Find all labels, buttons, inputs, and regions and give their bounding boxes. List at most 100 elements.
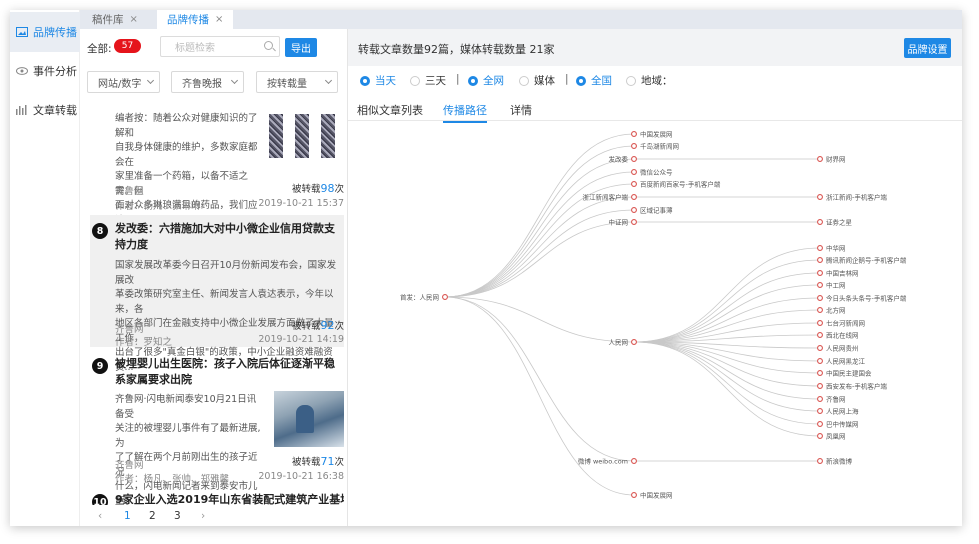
- radio-unchecked-icon: [410, 75, 420, 86]
- side-nav: 品牌传播 事件分析 文章转载: [10, 10, 80, 526]
- branch-node-label: 浙江新闻客户端: [583, 192, 629, 201]
- tree-link: [444, 171, 635, 298]
- dropdown-value: 按转载量: [267, 78, 307, 90]
- export-button[interactable]: 导出: [285, 38, 317, 57]
- tree-link: [633, 272, 821, 343]
- branch-node-label: 人民网: [609, 338, 629, 346]
- prev-page-button[interactable]: ‹: [98, 510, 102, 522]
- chevron-down-icon: [324, 76, 333, 85]
- forward-count: 被转载71次: [291, 455, 344, 468]
- item-source: 齐鲁网: [115, 324, 144, 335]
- tree-link: [444, 196, 635, 298]
- bars-icon: [16, 104, 28, 116]
- leaf-node-label: 北方网: [826, 305, 846, 314]
- tree-link: [444, 221, 635, 298]
- page-2-button[interactable]: 2: [149, 510, 156, 522]
- tree-node: [817, 282, 823, 288]
- item-title[interactable]: 发改委：六措施加大对中小微企业信用贷款支持力度: [115, 221, 340, 253]
- item-time: 2019-10-21 15:37: [258, 198, 344, 209]
- tab-propagation-path[interactable]: 传播路径: [443, 102, 487, 123]
- radio-region[interactable]: 地域：: [626, 73, 673, 88]
- tab-bar: 稿件库 × 品牌传播 ×: [80, 10, 962, 29]
- leaf-node-label: 区域记事薄: [640, 205, 673, 214]
- site-filter-dropdown[interactable]: 网站/数字: [87, 71, 160, 93]
- leaf-node-label: 人民网贵州: [826, 343, 859, 352]
- item-authors: 作者：杨凡、张琳琳: [115, 201, 201, 212]
- tab-similar-articles[interactable]: 相似文章列表: [357, 102, 423, 118]
- item-thumbnails: [269, 114, 335, 158]
- item-body: 齐鲁网·闪电新闻泰安10月21日讯 备受 关注的被埋婴儿事件有了最新进展,为 了…: [115, 394, 261, 505]
- radio-nationwide[interactable]: 全国: [576, 73, 612, 88]
- list-item[interactable]: 编者按：随着公众对健康知识的了解和 自我身体健康的维护，多数家庭都会在 家里准备…: [90, 103, 344, 226]
- radio-today[interactable]: 当天: [360, 73, 396, 88]
- leaf-node-label: 中工网: [826, 280, 846, 289]
- source-filter-dropdown[interactable]: 齐鲁晚报: [171, 71, 244, 93]
- radio-checked-icon: [360, 75, 370, 86]
- nav-item-event[interactable]: 事件分析: [10, 51, 80, 91]
- leaf-node-label: 中华网: [826, 243, 846, 252]
- thumbnail-image: [295, 114, 309, 158]
- item-title[interactable]: 9家企业入选2019年山东省装配式建筑产业基地项: [115, 492, 344, 505]
- item-authors: 作者：杨凡、张帅、郑雅馨: [115, 474, 230, 485]
- leaf-node-label: 七台河新闻网: [826, 318, 865, 327]
- tree-node: [817, 345, 823, 351]
- tree-node: [631, 181, 637, 187]
- separator: |: [565, 73, 569, 85]
- item-photo: [274, 391, 344, 447]
- tree-node: [817, 433, 823, 439]
- tab-manuscripts[interactable]: 稿件库 ×: [82, 10, 148, 29]
- tree-node: [817, 320, 823, 326]
- tab-details[interactable]: 详情: [510, 102, 532, 118]
- count-badge: 57: [114, 39, 141, 53]
- nav-item-brand[interactable]: 品牌传播: [10, 12, 80, 52]
- tree-node: [817, 295, 823, 301]
- tree-link: [633, 341, 821, 387]
- tree-link: [444, 133, 635, 298]
- page-3-button[interactable]: 3: [174, 510, 181, 522]
- list-toolbar: 全部: 57 标题检索 导出 网站/数字 齐鲁晚报 按转载量: [80, 29, 348, 103]
- title-search-input[interactable]: 标题检索: [160, 36, 280, 57]
- list-item[interactable]: 8 发改委：六措施加大对中小微企业信用贷款支持力度 国家发展改革委今日召开10月…: [90, 215, 344, 373]
- leaf-node-label: 微信公众号: [640, 167, 673, 176]
- tree-link: [633, 284, 821, 343]
- tree-node: [631, 131, 637, 137]
- next-page-button[interactable]: ›: [201, 510, 205, 522]
- nav-item-reprint[interactable]: 文章转载: [10, 90, 80, 130]
- nav-label: 品牌传播: [33, 26, 77, 39]
- list-item[interactable]: 9 被埋婴儿出生医院：孩子入院后体征逐渐平稳 系家属要求出院 齐鲁网·闪电新闻泰…: [90, 355, 344, 505]
- close-icon[interactable]: ×: [130, 14, 138, 25]
- tree-node: [817, 383, 823, 389]
- tree-node: [817, 370, 823, 376]
- tree-node: [442, 294, 448, 300]
- forward-count: 被转载98次: [291, 182, 344, 195]
- search-icon[interactable]: [264, 41, 273, 50]
- item-meta: 作者：杨凡、张帅、郑雅馨 2019-10-21 16:38: [115, 471, 344, 485]
- close-icon[interactable]: ×: [215, 14, 223, 25]
- brand-settings-button[interactable]: 品牌设置: [904, 38, 951, 58]
- tab-brand[interactable]: 品牌传播 ×: [157, 10, 234, 29]
- item-source: 齐鲁网: [115, 460, 144, 471]
- tree-link: [633, 341, 821, 437]
- leaf-node-label: 西北在线网: [826, 330, 859, 339]
- tree-link: [633, 341, 821, 374]
- radio-whole-web[interactable]: 全网: [468, 73, 504, 88]
- radio-three-days[interactable]: 三天: [410, 73, 446, 88]
- item-time: 2019-10-21 14:19: [258, 334, 344, 345]
- tree-node: [817, 270, 823, 276]
- leaf-node-label: 今日头条头条号-手机客户端: [826, 293, 907, 302]
- item-title[interactable]: 被埋婴儿出生医院：孩子入院后体征逐渐平稳 系家属要求出院: [115, 356, 340, 388]
- eye-icon: [16, 65, 28, 77]
- leaf-node-label: 中国民主建国会: [826, 368, 872, 377]
- leaf-node-label: 人民网上海: [826, 406, 859, 415]
- leaf-node-label: 腾讯新闻企鹅号-手机客户端: [826, 255, 907, 264]
- list-item[interactable]: 10 9家企业入选2019年山东省装配式建筑产业基地项: [90, 491, 344, 505]
- tree-link: [444, 158, 635, 298]
- forward-count: 被转载92次: [291, 319, 344, 332]
- sort-dropdown[interactable]: 按转载量: [256, 71, 338, 93]
- radio-media[interactable]: 媒体: [519, 73, 555, 88]
- filter-options: 当天 三天 | 全网 媒体 | 全国 地域：: [348, 73, 962, 91]
- article-list: 编者按：随着公众对健康知识的了解和 自我身体健康的维护，多数家庭都会在 家里准备…: [90, 103, 344, 505]
- leaf-node-label: 百度新闻百家号-手机客户端: [640, 179, 721, 188]
- page-1-button[interactable]: 1: [124, 510, 131, 522]
- radio-unchecked-icon: [626, 75, 636, 86]
